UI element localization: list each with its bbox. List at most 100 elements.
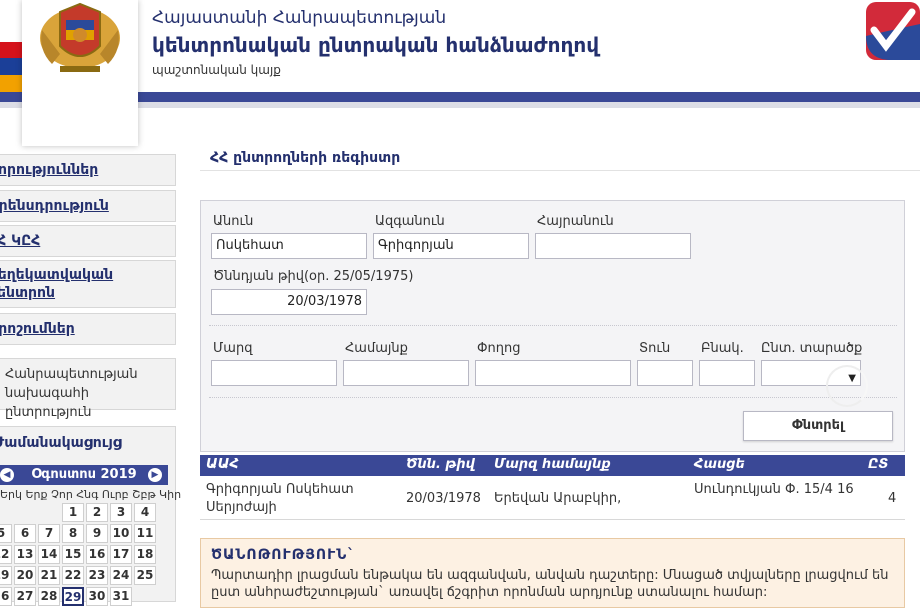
apartment-label: Բնակ. [701,341,744,356]
sidebar-item-info-center[interactable]: Տեղեկատվական կենտրոն [0,260,176,308]
calendar-empty-cell [134,587,156,606]
armenian-flag [0,42,22,92]
calendar-grid: 1234567891011121314151617181920212223242… [0,503,170,608]
sidebar-item-presidential-election[interactable]: Հանրապետության նախագահի ընտրություն [0,358,176,420]
calendar-day[interactable]: 16 [86,545,108,564]
table-row[interactable]: Գրիգորյան Ոսկեհատ Սերյոժայի 20/03/1978 Ե… [200,478,905,520]
calendar-day[interactable]: 7 [38,524,60,543]
dob-field[interactable]: 20/03/1978 [211,289,367,315]
calendar-week-row: 262728293031 [0,587,170,608]
house-field[interactable] [637,360,693,386]
sidebar-item-label: Նորություններ [0,162,99,178]
calendar-day[interactable]: 22 [62,566,84,585]
sidebar-calendar-panel: Ժամանակացույց ◀ Օգոստոս 2019 ▶ Երկ Երք Չ… [0,426,182,606]
calendar-day[interactable]: 29 [62,587,84,606]
row-precinct: 4 [888,491,897,506]
calendar-day[interactable]: 24 [110,566,132,585]
calendar-day[interactable]: 25 [134,566,156,585]
calendar-day[interactable]: 1 [62,503,84,522]
calendar-day[interactable]: 30 [86,587,108,606]
sidebar-item-legislation[interactable]: Օրենսդրություն [0,190,176,222]
calendar-prev-icon[interactable]: ◀ [0,468,14,482]
precinct-label: Ընտ. տարածք [761,341,863,356]
coat-of-arms-panel[interactable] [22,0,138,146]
street-field[interactable] [475,360,631,386]
col-precinct-header: ԸՏ [868,457,889,472]
patronymic-field[interactable] [535,233,691,259]
calendar-day[interactable]: 26 [0,587,12,606]
last-name-label: Ազգանուն [375,214,445,229]
col-address-header: Հասցե [694,457,745,472]
calendar-day[interactable]: 15 [62,545,84,564]
sidebar-item-decisions[interactable]: Որոշումներ [0,313,176,345]
header-band [0,92,920,102]
community-field[interactable] [343,360,469,386]
col-region-header: Մարզ համայնք [494,457,611,472]
calendar-day[interactable]: 28 [38,587,60,606]
calendar-day[interactable]: 31 [110,587,132,606]
region-label: Մարզ [213,341,253,356]
sidebar-item-label: Տեղեկատվական կենտրոն [0,267,114,301]
calendar-week-row: 19202122232425 [0,566,170,587]
calendar-day[interactable]: 13 [14,545,36,564]
title-divider [200,170,920,171]
header-band-shadow [0,102,920,108]
sidebar-item-news[interactable]: Նորություններ [0,154,176,186]
row-address: Սունդուկյան Փ. 15/4 16 [694,482,854,497]
house-label: Տուն [639,341,671,356]
calendar-day[interactable]: 14 [38,545,60,564]
calendar-header: ◀ Օգոստոս 2019 ▶ [0,465,168,485]
first-name-label: Անուն [213,214,254,229]
search-form: Անուն Ոսկեհատ Ազգանուն Գրիգորյան Հայրանո… [200,200,905,452]
calendar-day[interactable]: 27 [14,587,36,606]
calendar-day[interactable]: 6 [14,524,36,543]
calendar-day[interactable]: 2 [86,503,108,522]
region-field[interactable] [211,360,337,386]
form-divider [209,397,897,398]
first-name-field[interactable]: Ոսկեհատ [211,233,367,259]
calendar-day[interactable]: 23 [86,566,108,585]
calendar-week-row: 5 6 7 8 9 10 11 [0,524,170,545]
form-divider [209,325,897,326]
calendar-day[interactable]: 17 [110,545,132,564]
header-line-2: կենտրոնական ընտրական հանձնաժողով [152,33,600,57]
calendar-day[interactable]: 11 [134,524,156,543]
calendar-day[interactable]: 21 [38,566,60,585]
row-region: Երեվան Արաբկիր, [494,491,622,506]
calendar-next-icon[interactable]: ▶ [148,468,162,482]
loading-spinner-icon [826,365,868,407]
coat-of-arms-icon [40,2,120,72]
calendar-day[interactable]: 19 [0,566,12,585]
sidebar-item-cec[interactable]: ՀՀ ԿԸՀ [0,225,176,257]
street-label: Փողոց [477,341,521,356]
note-title: ԾԱՆՈԹՈՒԹՅՈՒՆ` [211,547,356,563]
calendar-day[interactable]: 3 [110,503,132,522]
patronymic-label: Հայրանուն [537,214,614,229]
calendar-week-row: 12131415161718 [0,545,170,566]
results-table-header: ԱԱՀ Ծնն. թիվ Մարզ համայնք Հասցե ԸՏ [200,455,905,476]
note-box: ԾԱՆՈԹՈՒԹՅՈՒՆ` Պարտադիր լրացման ենթակա են… [200,538,905,608]
community-label: Համայնք [345,341,408,356]
sidebar-item-label: Որոշումներ [0,321,75,337]
row-name: Գրիգորյան Ոսկեհատ Սերյոժայի [206,482,354,515]
last-name-field[interactable]: Գրիգորյան [373,233,529,259]
page-title: ՀՀ ընտրողների ռեգիստր [210,150,401,166]
cec-logo-icon[interactable] [862,0,920,62]
row-dob: 20/03/1978 [406,491,481,506]
calendar-day[interactable]: 9 [86,524,108,543]
calendar-day[interactable]: 5 [0,524,12,543]
site-header: Հայաստանի Հանրապետության կենտրոնական ընտ… [0,0,920,146]
calendar-day[interactable]: 18 [134,545,156,564]
calendar-weekdays: Երկ Երք Չոր Հնգ Ուրբ Շբթ Կիր [0,488,182,501]
sidebar-item-label: ՀՀ ԿԸՀ [0,233,41,249]
calendar-day[interactable]: 10 [110,524,132,543]
sidebar-item-label: Օրենսդրություն [0,198,109,214]
search-button[interactable]: Փնտրել [743,411,893,441]
apartment-field[interactable] [699,360,755,386]
col-name-header: ԱԱՀ [206,457,239,472]
calendar-day[interactable]: 20 [14,566,36,585]
calendar-week-row: 1234 [0,503,170,524]
calendar-day[interactable]: 4 [134,503,156,522]
calendar-day[interactable]: 12 [0,545,12,564]
calendar-day[interactable]: 8 [62,524,84,543]
